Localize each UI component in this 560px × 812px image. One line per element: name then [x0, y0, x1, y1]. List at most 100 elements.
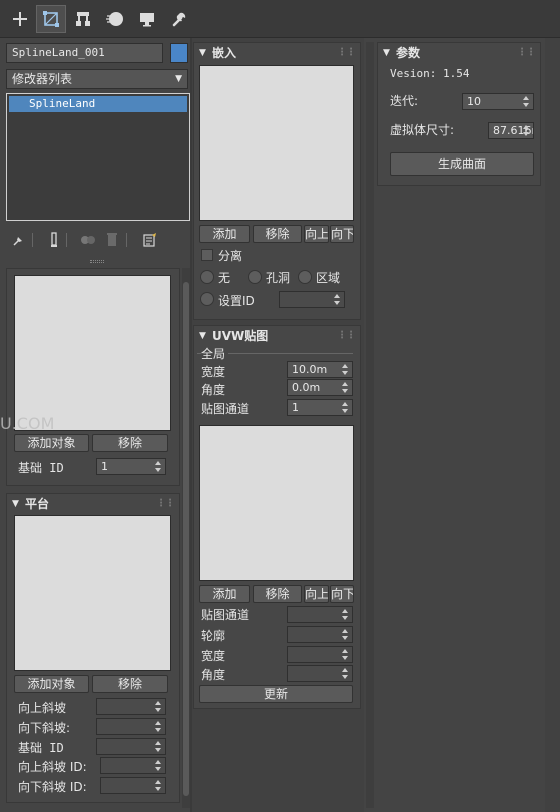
platform-title: 平台: [25, 497, 50, 511]
pin-icon[interactable]: [12, 233, 26, 247]
embed-rollout-header[interactable]: ▼ 嵌入 ⋮⋮: [194, 43, 360, 63]
radio-region-label: 区域: [316, 271, 341, 285]
map-channel-label: 贴图通道: [201, 402, 250, 416]
voxel-size-spinner[interactable]: 87.616m: [488, 122, 534, 139]
resize-handle[interactable]: [90, 260, 104, 263]
monitor-icon: [140, 13, 154, 27]
global-label: 全局: [201, 345, 229, 362]
map-channel-spinner[interactable]: 1: [287, 399, 353, 416]
embed-preview: [199, 65, 354, 221]
radio-none[interactable]: [200, 270, 214, 284]
base-id-label: 基础 ID: [18, 461, 64, 475]
watermark-text: U.COM: [0, 414, 55, 433]
map-channel2-spinner[interactable]: [287, 606, 353, 623]
create-tab[interactable]: [5, 5, 35, 33]
configure-modifier-sets-icon[interactable]: [142, 232, 158, 248]
width2-spinner[interactable]: [287, 646, 353, 663]
stack-item-splineland[interactable]: SplineLand: [9, 96, 187, 112]
motion-tab[interactable]: [100, 5, 130, 33]
motion-icon: [106, 12, 123, 26]
uvw-down-button[interactable]: 向下: [330, 585, 354, 603]
generate-surface-button[interactable]: 生成曲面: [390, 152, 534, 176]
grip-icon: ⋮⋮: [156, 498, 175, 509]
platform-rollout-header[interactable]: ▼ 平台 ⋮⋮: [7, 494, 179, 514]
platform-add-object-button[interactable]: 添加对象: [14, 675, 89, 693]
uvw-rollout-header[interactable]: ▼ UVW贴图 ⋮⋮: [194, 326, 360, 346]
grip-icon: ⋮⋮: [337, 330, 356, 341]
outline-label: 轮廓: [201, 629, 226, 643]
grip-icon: ⋮⋮: [337, 47, 356, 58]
platform-base-id-spinner[interactable]: [96, 738, 166, 755]
chevron-down-icon: ▼: [175, 74, 182, 84]
uvw-remove-button[interactable]: 移除: [253, 585, 302, 603]
ramp-up-spinner[interactable]: [96, 698, 166, 715]
separate-label: 分离: [218, 249, 243, 263]
display-tab[interactable]: [132, 5, 162, 33]
trash-icon[interactable]: [106, 232, 118, 247]
plus-icon: [13, 12, 27, 26]
width-spinner[interactable]: 10.0m: [287, 361, 353, 378]
outline-spinner[interactable]: [287, 626, 353, 643]
ramp-down-id-spinner[interactable]: [100, 777, 166, 794]
params-rollout-header[interactable]: ▼ 参数 ⋮⋮: [378, 43, 540, 63]
platform-preview: [14, 515, 171, 671]
radio-region[interactable]: [298, 270, 312, 284]
iterations-spinner[interactable]: 10: [462, 93, 534, 110]
update-button[interactable]: 更新: [199, 685, 353, 703]
remove-button[interactable]: 移除: [92, 434, 168, 452]
uvw-preview: [199, 425, 354, 581]
modifier-list-label: 修改器列表: [12, 72, 73, 86]
uvw-add-button[interactable]: 添加: [199, 585, 250, 603]
uvw-title: UVW贴图: [212, 329, 269, 343]
iterations-label: 迭代:: [390, 94, 419, 108]
embed-remove-button[interactable]: 移除: [253, 225, 302, 243]
params-title: 参数: [396, 46, 421, 60]
grip-icon: ⋮⋮: [517, 47, 536, 58]
hierarchy-tab[interactable]: [68, 5, 98, 33]
modifier-list-dropdown[interactable]: 修改器列表 ▼: [6, 69, 188, 89]
ramp-up-label: 向上斜坡: [18, 701, 67, 715]
object-color-swatch[interactable]: [170, 43, 188, 63]
voxel-size-label: 虚拟体尺寸:: [390, 123, 455, 137]
collapse-arrow-icon: ▼: [199, 331, 206, 341]
object-name-field[interactable]: SplineLand_001: [6, 43, 163, 63]
left-scrollbar[interactable]: [182, 268, 190, 808]
embed-title: 嵌入: [212, 46, 237, 60]
add-object-button[interactable]: 添加对象: [14, 434, 89, 452]
radio-set-id[interactable]: [200, 292, 214, 306]
base-object-preview: [14, 275, 171, 431]
hierarchy-icon: [76, 12, 90, 26]
ramp-up-id-spinner[interactable]: [100, 757, 166, 774]
angle-label: 角度: [201, 383, 226, 397]
show-end-result-icon[interactable]: [48, 232, 60, 248]
embed-add-button[interactable]: 添加: [199, 225, 250, 243]
ramp-up-id-label: 向上斜坡 ID:: [18, 760, 87, 774]
width2-label: 宽度: [201, 649, 226, 663]
modify-tab[interactable]: [36, 5, 66, 33]
embed-down-button[interactable]: 向下: [330, 225, 354, 243]
modify-icon: [43, 11, 59, 27]
radio-hole[interactable]: [248, 270, 262, 284]
ramp-down-id-label: 向下斜坡 ID:: [18, 780, 87, 794]
separate-checkbox[interactable]: [201, 249, 213, 261]
uvw-up-button[interactable]: 向上: [304, 585, 329, 603]
angle2-spinner[interactable]: [287, 665, 353, 682]
collapse-arrow-icon: ▼: [199, 48, 206, 58]
make-unique-icon[interactable]: [80, 233, 96, 247]
utilities-tab[interactable]: [164, 5, 194, 33]
set-id-label: 设置ID: [218, 294, 255, 308]
angle-spinner[interactable]: 0.0m: [287, 379, 353, 396]
set-id-spinner[interactable]: [279, 291, 345, 308]
embed-up-button[interactable]: 向上: [304, 225, 329, 243]
platform-remove-button[interactable]: 移除: [92, 675, 168, 693]
middle-scrollbar[interactable]: [366, 42, 374, 808]
angle2-label: 角度: [201, 668, 226, 682]
ramp-down-spinner[interactable]: [96, 718, 166, 735]
radio-hole-label: 孔洞: [266, 271, 291, 285]
left-scrollbar-thumb[interactable]: [183, 282, 189, 796]
stack-toolbar: [10, 231, 188, 249]
base-id-spinner[interactable]: 1: [96, 458, 166, 475]
command-panel-tabs: [0, 0, 560, 38]
spinner-arrows-icon[interactable]: [154, 459, 162, 474]
modifier-stack-list: SplineLand: [6, 93, 190, 221]
